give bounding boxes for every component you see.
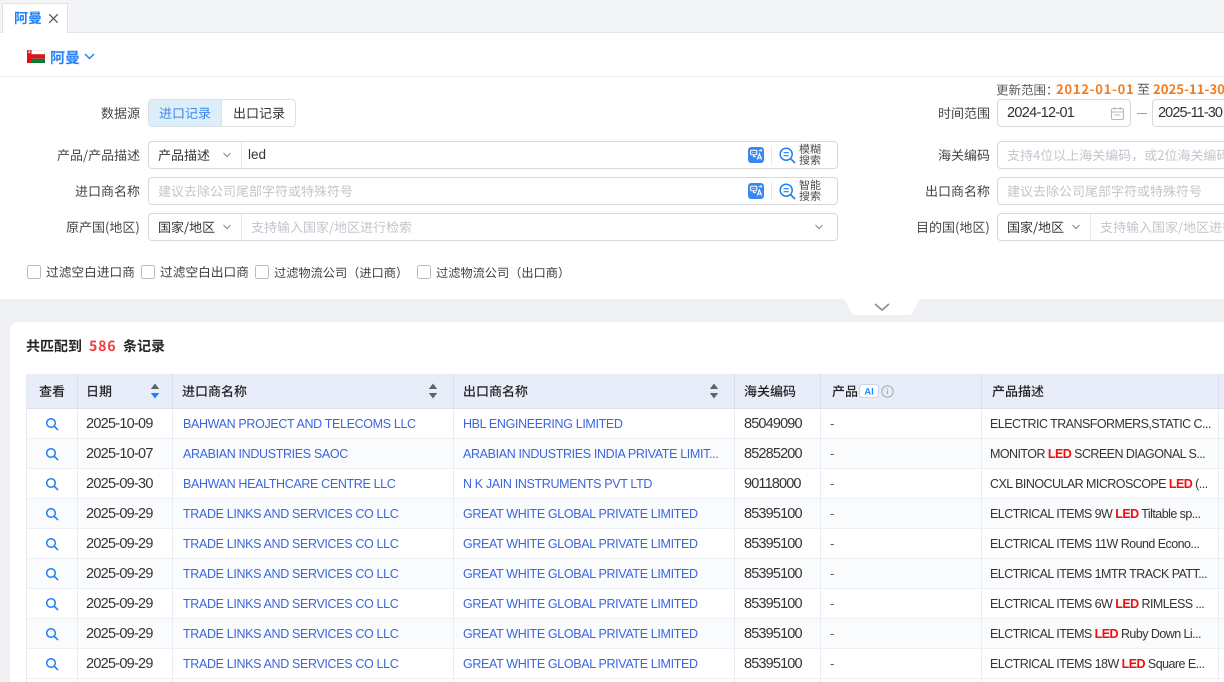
svg-text:AI: AI — [864, 387, 874, 398]
